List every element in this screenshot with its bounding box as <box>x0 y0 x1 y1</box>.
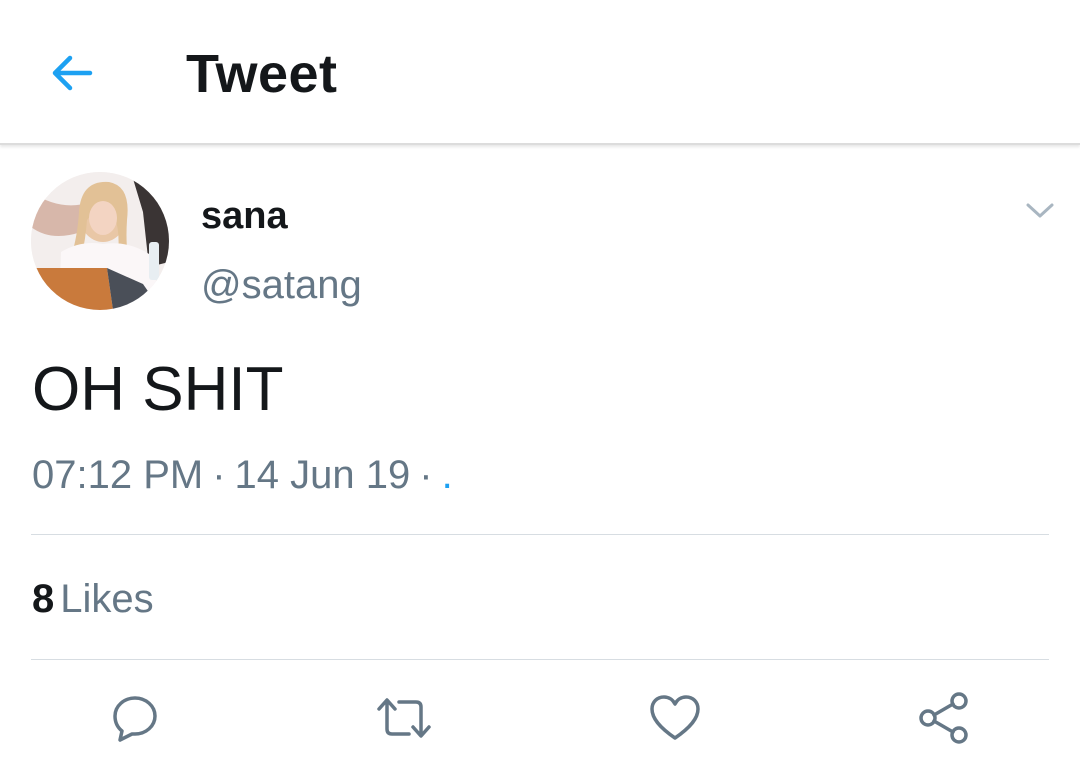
tweet-options-button[interactable] <box>1020 196 1060 226</box>
like-button[interactable] <box>646 690 704 746</box>
meta-separator: · <box>212 453 226 497</box>
likes-stat[interactable]: 8 Likes <box>32 576 154 622</box>
page-title: Tweet <box>186 44 338 104</box>
author-handle[interactable]: @satang <box>201 262 362 308</box>
avatar[interactable] <box>31 172 169 310</box>
heart-icon <box>650 695 700 740</box>
reply-button[interactable] <box>106 690 164 746</box>
arrow-left-icon <box>52 55 93 91</box>
profile-photo <box>31 172 169 310</box>
author-display-name[interactable]: sana <box>201 194 288 238</box>
meta-separator: · <box>419 453 433 497</box>
retweet-icon <box>377 698 431 738</box>
reply-icon <box>113 696 157 742</box>
chevron-down-icon <box>1026 203 1054 218</box>
divider <box>31 534 1049 535</box>
tweet-meta: 07:12 PM · 14 Jun 19 ·. <box>32 451 453 499</box>
share-button[interactable] <box>915 690 973 746</box>
top-bar: Tweet <box>0 0 1080 145</box>
tweet-text: OH SHIT <box>32 355 284 424</box>
tweet-time: 07:12 PM <box>32 453 204 497</box>
tweet-date: 14 Jun 19 <box>234 453 411 497</box>
back-button[interactable] <box>46 50 98 96</box>
retweet-button[interactable] <box>375 690 433 746</box>
likes-label: Likes <box>60 577 154 621</box>
divider <box>31 659 1049 660</box>
likes-count: 8 <box>32 577 55 621</box>
share-icon <box>919 692 968 744</box>
tweet-source-link[interactable]: . <box>442 453 453 497</box>
